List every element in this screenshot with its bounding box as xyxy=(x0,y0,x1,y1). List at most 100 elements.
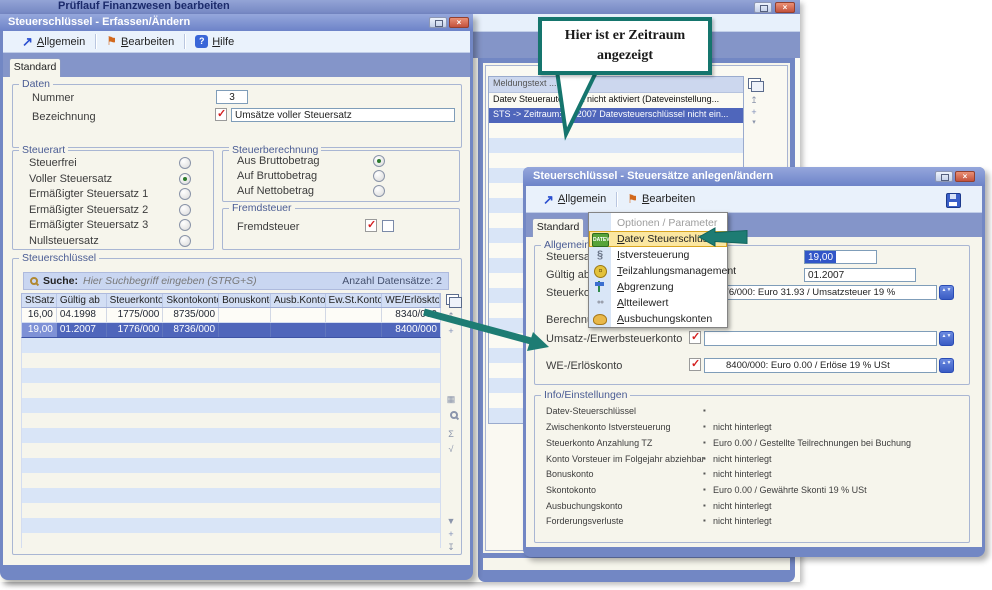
gueltig-ab-field[interactable]: 01.2007 xyxy=(804,268,916,282)
copy-icon[interactable] xyxy=(446,294,459,308)
umsatz-spinner[interactable]: ▲▼ xyxy=(939,331,954,346)
minimize-button[interactable] xyxy=(429,17,447,28)
cell xyxy=(219,323,271,337)
cell: 8735/000 xyxy=(163,308,219,322)
table-row[interactable]: 16,00 04.1998 1775/000 8735/000 8340/000 xyxy=(21,308,441,323)
titlebar-steuersaetze[interactable]: Steuerschlüssel - Steuersätze anlegen/än… xyxy=(523,167,985,186)
column-header[interactable]: WE/Erlöskto xyxy=(382,294,440,307)
equals-icon: ▪ xyxy=(703,501,706,510)
toolbar-separator xyxy=(95,34,96,49)
menu-item-ausbuchungskonten[interactable]: Ausbuchungskonten xyxy=(589,311,727,327)
scroll-top-icon[interactable]: ↥ xyxy=(443,311,459,321)
zoom-icon[interactable] xyxy=(446,411,462,421)
steuerkonto-combo[interactable]: 1776/000: Euro 31.93 / Umsatzsteuer 19 % xyxy=(704,285,937,300)
table-row-selected[interactable]: 19,00 01.2007 1776/000 8736/000 8400/000 xyxy=(21,323,441,338)
cell: 8400/000 xyxy=(382,323,440,337)
menu-item-istversteuerung[interactable]: § Istversteuerung xyxy=(589,247,727,263)
radio-ermaessigt-3[interactable] xyxy=(179,219,191,231)
bearbeiten-button[interactable]: ⚑ Bearbeiten xyxy=(622,191,700,208)
group-info-legend: Info/Einstellungen xyxy=(541,389,630,401)
column-header[interactable]: Gültig ab xyxy=(57,294,107,307)
scroll-down-icon[interactable]: ▼ xyxy=(443,516,459,526)
hand-icon xyxy=(593,314,607,325)
window-title: Steuerschlüssel - Erfassen/Ändern xyxy=(8,16,190,28)
message-row-selected[interactable]: STS -> Zeitraum: 01.2007 Datevsteuerschl… xyxy=(489,108,743,123)
record-add-icon[interactable]: + xyxy=(443,529,459,539)
allgemein-label: Allgemein xyxy=(37,36,85,48)
radio-ermaessigt-1[interactable] xyxy=(179,188,191,200)
close-button[interactable]: × xyxy=(955,171,975,182)
menu-item-altteilewert[interactable]: ●● Altteilewert xyxy=(589,295,727,311)
columns-icon[interactable]: ▦ xyxy=(443,394,459,404)
scroll-up-icon[interactable]: + xyxy=(746,107,762,117)
table-header-row[interactable]: StSatz Gültig ab Steuerkonto Skontokonto… xyxy=(21,293,441,308)
radio-nullsteuersatz[interactable] xyxy=(179,235,191,247)
hilfe-button[interactable]: ? Hilfe xyxy=(190,33,239,50)
bearbeiten-button[interactable]: ⚑ Bearbeiten xyxy=(101,33,179,50)
erfassen-body: Daten Nummer 3 Bezeichnung Umsätze volle… xyxy=(3,77,470,565)
menu-item-teilzahlungsmanagement[interactable]: ¤ Teilzahlungsmanagement xyxy=(589,263,727,279)
we-spinner[interactable]: ▲▼ xyxy=(939,358,954,373)
nummer-label: Nummer xyxy=(32,92,74,104)
toolbar-separator xyxy=(184,34,185,49)
column-header[interactable]: Ausb.Konto xyxy=(271,294,326,307)
scroll-down-icon[interactable]: ▾ xyxy=(746,118,762,128)
nummer-field[interactable]: 3 xyxy=(216,90,248,104)
moneybag-icon: ¤ xyxy=(594,265,607,278)
bezeichnung-field[interactable]: Umsätze voller Steuersatz xyxy=(231,108,455,122)
cell xyxy=(219,308,271,322)
scroll-top-icon[interactable]: ↥ xyxy=(746,95,762,105)
allgemein-button[interactable]: ↗ Allgemein xyxy=(17,33,90,50)
minimize-button[interactable] xyxy=(935,171,953,182)
menu-item-datev-steuerschluessel[interactable]: DATEV Datev Steuerschlüssel xyxy=(589,231,727,247)
menu-item-label: Datev Steuerschlüssel xyxy=(617,231,727,247)
radio-aus-brutto[interactable] xyxy=(373,155,385,167)
scroll-end-icon[interactable]: ↧ xyxy=(443,542,459,552)
equals-icon: ▪ xyxy=(703,516,706,525)
search-icon xyxy=(30,277,38,285)
column-header[interactable]: Skontokonto xyxy=(163,294,219,307)
radio-voller-steuersatz[interactable] xyxy=(179,173,191,185)
radio-auf-brutto[interactable] xyxy=(373,170,385,182)
search-bar[interactable]: Suche: Hier Suchbegriff eingeben (STRG+S… xyxy=(23,272,449,290)
close-button[interactable]: × xyxy=(449,17,469,28)
record-up-icon[interactable]: + xyxy=(443,326,459,336)
tab-standard[interactable]: Standard xyxy=(532,218,584,238)
cell xyxy=(271,323,326,337)
fremdsteuer-checkbox[interactable] xyxy=(382,220,394,232)
we-combo[interactable]: 8400/000: Euro 0.00 / Erlöse 19 % USt xyxy=(704,358,937,373)
info-label: Ausbuchungskonto xyxy=(546,501,623,511)
menu-item-abgrenzung[interactable]: Abgrenzung xyxy=(589,279,727,295)
umsatz-combo[interactable] xyxy=(704,331,937,346)
menu-item-optionen: Optionen / Parameter xyxy=(589,215,727,231)
copy-icon[interactable] xyxy=(748,78,761,92)
info-value: nicht hinterlegt xyxy=(713,454,772,464)
callout-text-line1: Hier ist er Zeitraum xyxy=(565,26,685,46)
column-header[interactable]: Steuerkonto xyxy=(107,294,164,307)
radio-steuerfrei[interactable] xyxy=(179,157,191,169)
steuersatz-field[interactable]: 19,00 xyxy=(804,250,877,264)
titlebar-erfassen[interactable]: Steuerschlüssel - Erfassen/Ändern × xyxy=(0,14,473,31)
minimize-button[interactable] xyxy=(754,2,772,13)
radio-auf-netto[interactable] xyxy=(373,185,385,197)
filter-icon[interactable]: √ xyxy=(443,444,459,454)
close-button[interactable]: × xyxy=(775,2,795,13)
message-row[interactable]: Datev Steuerautomatik nicht aktiviert (D… xyxy=(489,93,743,108)
info-label: Konto Vorsteuer im Folgejahr abziehbar xyxy=(546,454,705,464)
save-icon[interactable] xyxy=(946,193,961,208)
steuerkonto-spinner[interactable]: ▲▼ xyxy=(939,285,954,300)
column-header[interactable]: StSatz xyxy=(22,294,57,307)
sum-icon[interactable]: Σ xyxy=(443,429,459,439)
paragraph-icon: § xyxy=(592,249,608,261)
flag-icon: ⚑ xyxy=(627,193,638,206)
info-label: Skontokonto xyxy=(546,485,596,495)
cell: 16,00 xyxy=(22,308,57,322)
steuerart-option-label: Ermäßigter Steuersatz 1 xyxy=(29,188,148,200)
info-label: Steuerkonto Anzahlung TZ xyxy=(546,438,652,448)
tab-standard[interactable]: Standard xyxy=(9,58,61,78)
steuerart-option-label: Ermäßigter Steuersatz 2 xyxy=(29,204,148,216)
column-header[interactable]: Ew.St.Konto xyxy=(326,294,383,307)
column-header[interactable]: Bonuskonto xyxy=(219,294,271,307)
radio-ermaessigt-2[interactable] xyxy=(179,204,191,216)
allgemein-button[interactable]: ↗ Allgemein xyxy=(538,191,611,208)
